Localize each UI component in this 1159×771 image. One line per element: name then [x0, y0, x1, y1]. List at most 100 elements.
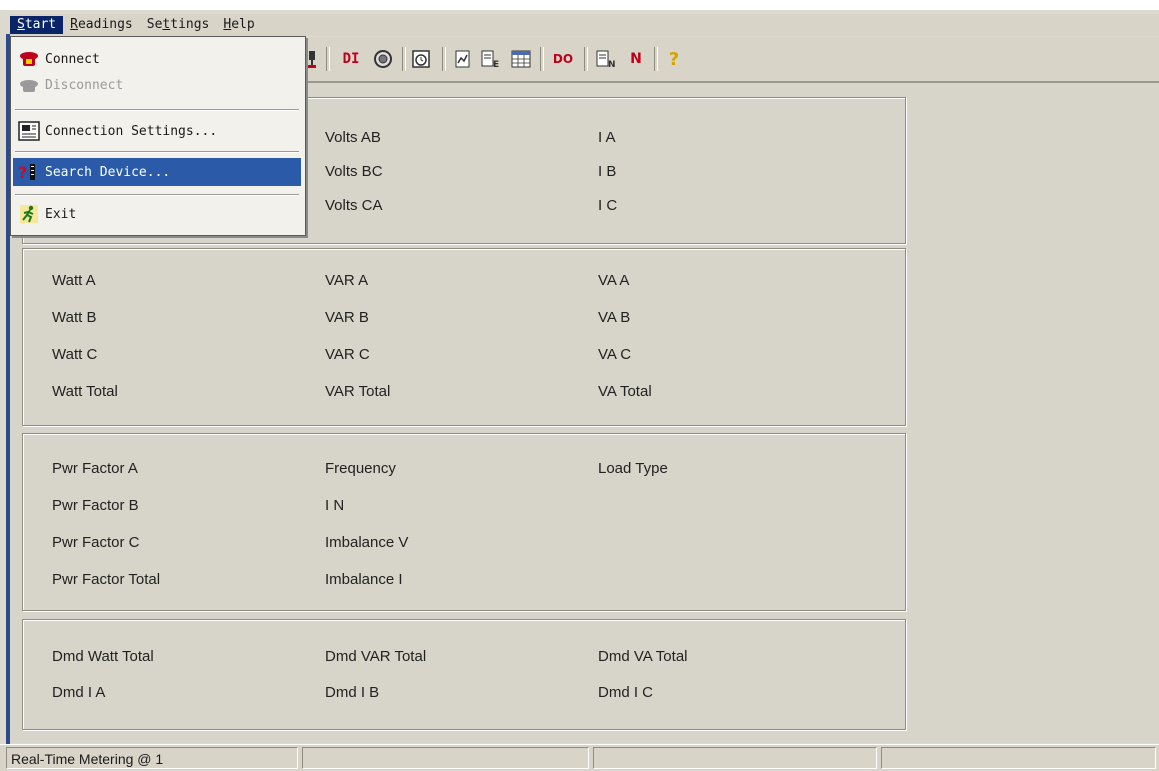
label-watt-a: Watt A: [52, 272, 96, 289]
menu-item-connection-settings[interactable]: Connection Settings...: [13, 117, 301, 145]
label-dmd-var-total: Dmd VAR Total: [325, 648, 427, 665]
calendar-button[interactable]: [508, 47, 534, 71]
label-va-b: VA B: [598, 309, 631, 326]
label-volts-bc: Volts BC: [325, 163, 383, 180]
label-pwr-factor-c: Pwr Factor C: [52, 534, 140, 551]
clock-icon: [412, 50, 430, 68]
menu-separator: [15, 109, 299, 111]
n-button[interactable]: N: [624, 47, 648, 71]
document-graph-icon: [455, 50, 470, 68]
menu-start-mnemonic: S: [17, 17, 25, 32]
label-pwr-factor-a: Pwr Factor A: [52, 460, 138, 477]
power-group: [22, 248, 906, 426]
label-imbalance-i: Imbalance I: [325, 571, 403, 588]
label-dmd-i-c: Dmd I C: [598, 684, 654, 701]
phone-disabled-icon: [17, 74, 41, 96]
status-pane-mode: Real-Time Metering @ 1: [6, 747, 298, 769]
status-pane-2: [302, 747, 589, 769]
toolbar-separator: [402, 47, 406, 71]
label-imbalance-v: Imbalance V: [325, 534, 409, 551]
label-i-b: I B: [598, 163, 617, 180]
menu-item-search-device[interactable]: ? Search Device...: [13, 158, 301, 186]
label-pwr-factor-b: Pwr Factor B: [52, 497, 139, 514]
start-menu-dropdown: Connect Disconnect Connection Settings..…: [10, 36, 306, 236]
help-button[interactable]: ?: [662, 47, 686, 71]
menu-bar: Start Readings Settings Help: [10, 14, 1159, 36]
help-question-icon: ?: [668, 48, 680, 70]
menu-item-disconnect[interactable]: Disconnect: [13, 71, 301, 99]
document-button[interactable]: [450, 47, 476, 71]
toolbar-separator: [540, 47, 544, 71]
label-var-c: VAR C: [325, 346, 370, 363]
status-bar: Real-Time Metering @ 1: [0, 744, 1159, 771]
toolbar-separator: [584, 47, 588, 71]
status-pane-4: [881, 747, 1156, 769]
document-e-icon: E: [481, 50, 499, 69]
toolbar-separator: [326, 47, 330, 71]
svg-text:N: N: [608, 60, 616, 69]
digital-input-button[interactable]: DI: [335, 47, 367, 71]
menu-settings-label: tings: [170, 17, 210, 32]
di-label: DI: [342, 51, 360, 67]
disc-icon: [374, 50, 392, 68]
phone-icon: [17, 48, 41, 70]
label-watt-b: Watt B: [52, 309, 97, 326]
timer-button[interactable]: [408, 47, 434, 71]
label-va-c: VA C: [598, 346, 632, 363]
label-volts-ab: Volts AB: [325, 129, 381, 146]
exit-runner-icon: [17, 203, 41, 225]
energy-doc-button[interactable]: E: [478, 47, 504, 71]
menu-item-disconnect-label: Disconnect: [45, 77, 124, 93]
svg-text:E: E: [493, 60, 499, 69]
menu-item-connect-label: Connect: [45, 51, 100, 67]
label-va-total: VA Total: [598, 383, 652, 400]
label-i-n: I N: [325, 497, 345, 514]
search-device-icon: ?: [17, 161, 41, 183]
toolbar-separator: [654, 47, 658, 71]
menu-help[interactable]: Help: [216, 16, 261, 34]
window-top-strip: [0, 0, 1159, 10]
label-i-c: I C: [598, 197, 618, 214]
label-frequency: Frequency: [325, 460, 396, 477]
digital-output-button[interactable]: DO: [548, 47, 578, 71]
status-pane-3: [593, 747, 877, 769]
energy-n-button[interactable]: N: [592, 47, 622, 71]
label-dmd-watt-total: Dmd Watt Total: [52, 648, 154, 665]
label-var-b: VAR B: [325, 309, 369, 326]
svg-text:?: ?: [18, 163, 27, 182]
menu-settings[interactable]: Settings: [140, 16, 217, 34]
menu-help-label: elp: [231, 17, 255, 32]
label-load-type: Load Type: [598, 460, 668, 477]
menu-settings-prefix: Se: [146, 17, 163, 32]
label-dmd-i-b: Dmd I B: [325, 684, 380, 701]
menu-item-exit[interactable]: Exit: [13, 200, 301, 228]
disc-button[interactable]: [370, 47, 396, 71]
menu-separator: [15, 194, 299, 196]
label-i-a: I A: [598, 129, 616, 146]
label-var-total: VAR Total: [325, 383, 391, 400]
menu-item-connect[interactable]: Connect: [13, 45, 301, 73]
label-watt-total: Watt Total: [52, 383, 118, 400]
demand-group: [22, 619, 906, 730]
menu-item-search-device-label: Search Device...: [45, 164, 171, 180]
settings-panel-icon: [17, 120, 41, 142]
toolbar-separator: [442, 47, 446, 71]
menu-separator: [15, 151, 299, 153]
plug-icon-button[interactable]: [304, 47, 320, 71]
label-va-a: VA A: [598, 272, 630, 289]
label-pwr-factor-total: Pwr Factor Total: [52, 571, 161, 588]
menu-start[interactable]: Start: [10, 16, 64, 34]
plug-icon: [308, 51, 316, 68]
do-label: DO: [552, 52, 574, 66]
menu-item-connection-settings-label: Connection Settings...: [45, 123, 218, 139]
menu-item-exit-label: Exit: [45, 206, 77, 222]
menu-readings-label: eadings: [77, 17, 133, 32]
label-dmd-va-total: Dmd VA Total: [598, 648, 688, 665]
label-watt-c: Watt C: [52, 346, 98, 363]
calendar-icon: [511, 50, 531, 68]
document-en-icon: N: [596, 50, 616, 69]
menu-start-label: tart: [24, 17, 57, 32]
label-var-a: VAR A: [325, 272, 369, 289]
menu-readings[interactable]: Readings: [63, 16, 140, 34]
label-volts-ca: Volts CA: [325, 197, 383, 214]
